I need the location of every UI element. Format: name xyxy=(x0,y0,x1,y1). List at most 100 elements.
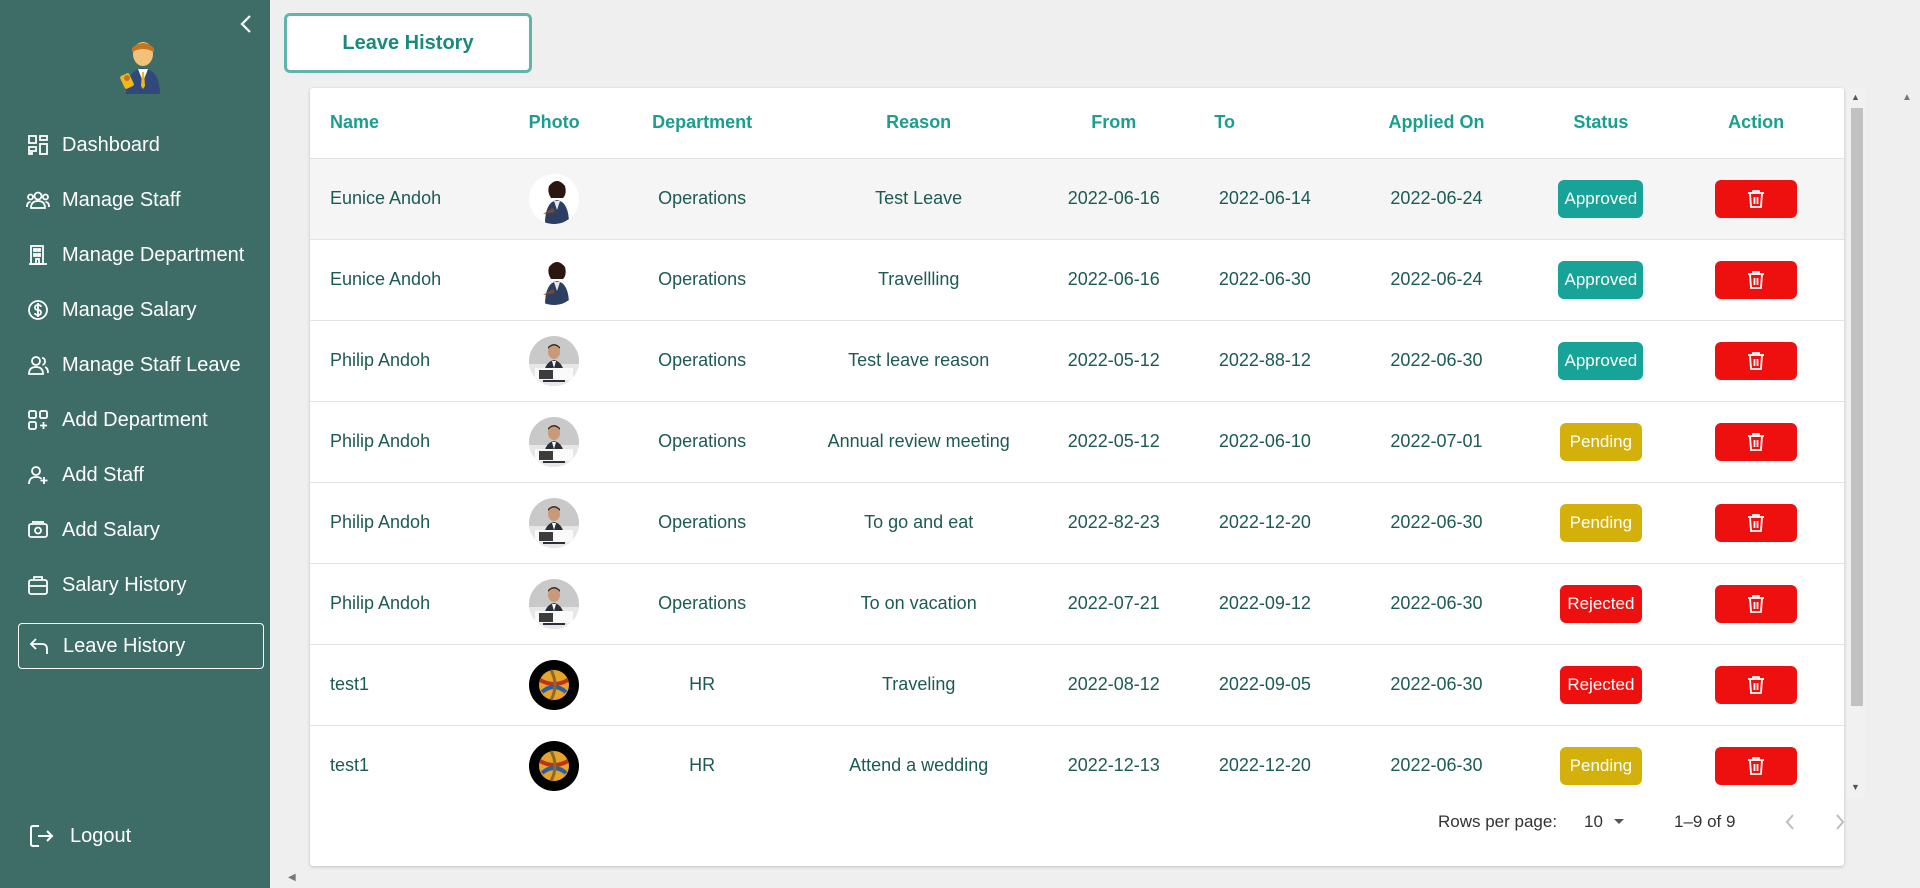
table-row[interactable]: Philip Andoh Operations Annual review meet… xyxy=(310,401,1844,483)
status-badge[interactable]: Approved xyxy=(1558,341,1644,380)
delete-button[interactable] xyxy=(1715,341,1798,380)
cell-photo xyxy=(504,644,605,726)
sidebar-item-manage-salary[interactable]: Manage Salary xyxy=(18,287,264,333)
sidebar-item-label: Salary History xyxy=(62,573,187,596)
rows-per-page-label: Rows per page: xyxy=(1438,812,1558,831)
cell-photo xyxy=(504,320,605,402)
sidebar-item-add-staff[interactable]: Add Staff xyxy=(18,452,264,498)
table-row[interactable]: Eunice Andoh Operations Test Leave 2022-06-… xyxy=(310,158,1844,240)
sidebar-item-label: Add Department xyxy=(62,408,208,431)
delete-button[interactable] xyxy=(1715,584,1798,623)
sidebar-item-add-salary[interactable]: Add Salary xyxy=(18,507,264,553)
cell-name: Philip Andoh xyxy=(310,563,505,645)
delete-button[interactable] xyxy=(1715,260,1798,299)
cell-from: 2022-12-13 xyxy=(1037,725,1191,796)
table-header-row: Name Photo Department Reason From To App… xyxy=(310,88,1844,159)
column-header-from[interactable]: From xyxy=(1037,88,1191,159)
column-header-action[interactable]: Action xyxy=(1668,88,1844,159)
cell-action xyxy=(1668,725,1844,796)
sidebar-item-dashboard[interactable]: Dashboard xyxy=(18,122,264,168)
scroll-down-arrow-icon[interactable]: ▼ xyxy=(1851,782,1860,792)
rows-per-page-value: 10 xyxy=(1584,812,1603,831)
status-badge[interactable]: Pending xyxy=(1559,746,1642,785)
avatar xyxy=(529,173,580,224)
collapse-sidebar-button[interactable] xyxy=(236,14,256,34)
dollar-circle-icon xyxy=(26,298,50,322)
sidebar-item-leave-history[interactable]: Leave History xyxy=(18,623,264,669)
sidebar-item-add-department[interactable]: Add Department xyxy=(18,397,264,443)
scroll-up-arrow-icon[interactable]: ▲ xyxy=(1851,92,1860,102)
sidebar-item-label: Dashboard xyxy=(62,133,160,156)
cell-photo xyxy=(504,725,605,796)
delete-button[interactable] xyxy=(1715,503,1798,542)
column-header-to[interactable]: To xyxy=(1190,88,1340,159)
sidebar-item-label: Manage Staff Leave xyxy=(62,353,241,376)
logout-button[interactable]: Logout xyxy=(26,818,131,854)
status-badge[interactable]: Pending xyxy=(1559,422,1642,461)
sidebar-item-manage-department[interactable]: Manage Department xyxy=(18,232,264,278)
cell-name: Eunice Andoh xyxy=(310,239,505,321)
chevron-left-icon xyxy=(240,15,251,33)
table-scrollbar[interactable]: ▲ ▼ xyxy=(1847,88,1865,798)
table-row[interactable]: Eunice Andoh Operations Travellling 2022-06… xyxy=(310,239,1844,321)
cell-to: 2022-88-12 xyxy=(1190,320,1340,402)
page-scroll-up-arrow-icon[interactable]: ▲ xyxy=(1902,92,1912,103)
cell-department: HR xyxy=(604,644,801,726)
avatar xyxy=(529,416,580,467)
scrollbar-thumb[interactable] xyxy=(1851,108,1863,706)
table-row[interactable]: Philip Andoh Operations To on vacation 2022… xyxy=(310,563,1844,645)
status-badge[interactable]: Pending xyxy=(1559,503,1642,542)
next-page-button[interactable] xyxy=(1826,808,1854,836)
cell-department: Operations xyxy=(604,563,801,645)
column-header-name[interactable]: Name xyxy=(310,88,505,159)
trash-icon xyxy=(1748,756,1765,775)
chevron-right-icon xyxy=(1836,814,1845,830)
cell-status: Pending xyxy=(1533,401,1669,483)
briefcase-icon xyxy=(26,573,50,597)
trash-icon xyxy=(1748,513,1765,532)
column-header-reason[interactable]: Reason xyxy=(800,88,1038,159)
rows-per-page-select[interactable]: 10 xyxy=(1584,812,1625,832)
sidebar-item-manage-staff-leave[interactable]: Manage Staff Leave xyxy=(18,342,264,388)
cell-name: test1 xyxy=(310,644,505,726)
cell-reason: Travellling xyxy=(800,239,1038,321)
cell-reason: Traveling xyxy=(800,644,1038,726)
sidebar-item-salary-history[interactable]: Salary History xyxy=(18,562,264,608)
delete-button[interactable] xyxy=(1715,179,1798,218)
page-title: Leave History xyxy=(342,31,474,54)
cell-status: Rejected xyxy=(1533,563,1669,645)
cell-department: Operations xyxy=(604,482,801,564)
delete-button[interactable] xyxy=(1715,422,1798,461)
cell-reason: Annual review meeting xyxy=(800,401,1038,483)
column-header-photo[interactable]: Photo xyxy=(504,88,605,159)
cell-status: Approved xyxy=(1533,239,1669,321)
table-row[interactable]: Philip Andoh Operations Test leave reason 2… xyxy=(310,320,1844,402)
sidebar-item-label: Add Salary xyxy=(62,518,160,541)
status-badge[interactable]: Rejected xyxy=(1559,665,1642,704)
cell-name: Philip Andoh xyxy=(310,401,505,483)
column-header-applied-on[interactable]: Applied On xyxy=(1339,88,1534,159)
delete-button[interactable] xyxy=(1715,665,1798,704)
avatar xyxy=(529,578,580,629)
status-badge[interactable]: Rejected xyxy=(1559,584,1642,623)
table-row[interactable]: Philip Andoh Operations To go and eat 2022-… xyxy=(310,482,1844,564)
sidebar-item-manage-staff[interactable]: Manage Staff xyxy=(18,177,264,223)
previous-page-button[interactable] xyxy=(1776,808,1804,836)
cell-photo xyxy=(504,563,605,645)
status-badge[interactable]: Approved xyxy=(1558,260,1644,299)
table-row[interactable]: test1 HR Traveling 2022-08-12 2022-09-05 2022… xyxy=(310,644,1844,726)
column-header-status[interactable]: Status xyxy=(1533,88,1669,159)
status-badge[interactable]: Approved xyxy=(1558,179,1644,218)
cell-applied-on: 2022-07-01 xyxy=(1339,401,1534,483)
leave-history-table-card: Name Photo Department Reason From To App… xyxy=(310,88,1865,866)
cell-applied-on: 2022-06-30 xyxy=(1339,563,1534,645)
cell-reason: Attend a wedding xyxy=(800,725,1038,796)
column-header-department[interactable]: Department xyxy=(604,88,801,159)
delete-button[interactable] xyxy=(1715,746,1798,785)
cell-photo xyxy=(504,158,605,240)
page-scroll-left-arrow-icon[interactable]: ◀ xyxy=(288,872,296,883)
table-row[interactable]: test1 HR Attend a wedding 2022-12-13 2022-12… xyxy=(310,725,1844,796)
logout-label: Logout xyxy=(70,824,132,847)
cell-action xyxy=(1668,563,1844,645)
cell-department: Operations xyxy=(604,158,801,240)
